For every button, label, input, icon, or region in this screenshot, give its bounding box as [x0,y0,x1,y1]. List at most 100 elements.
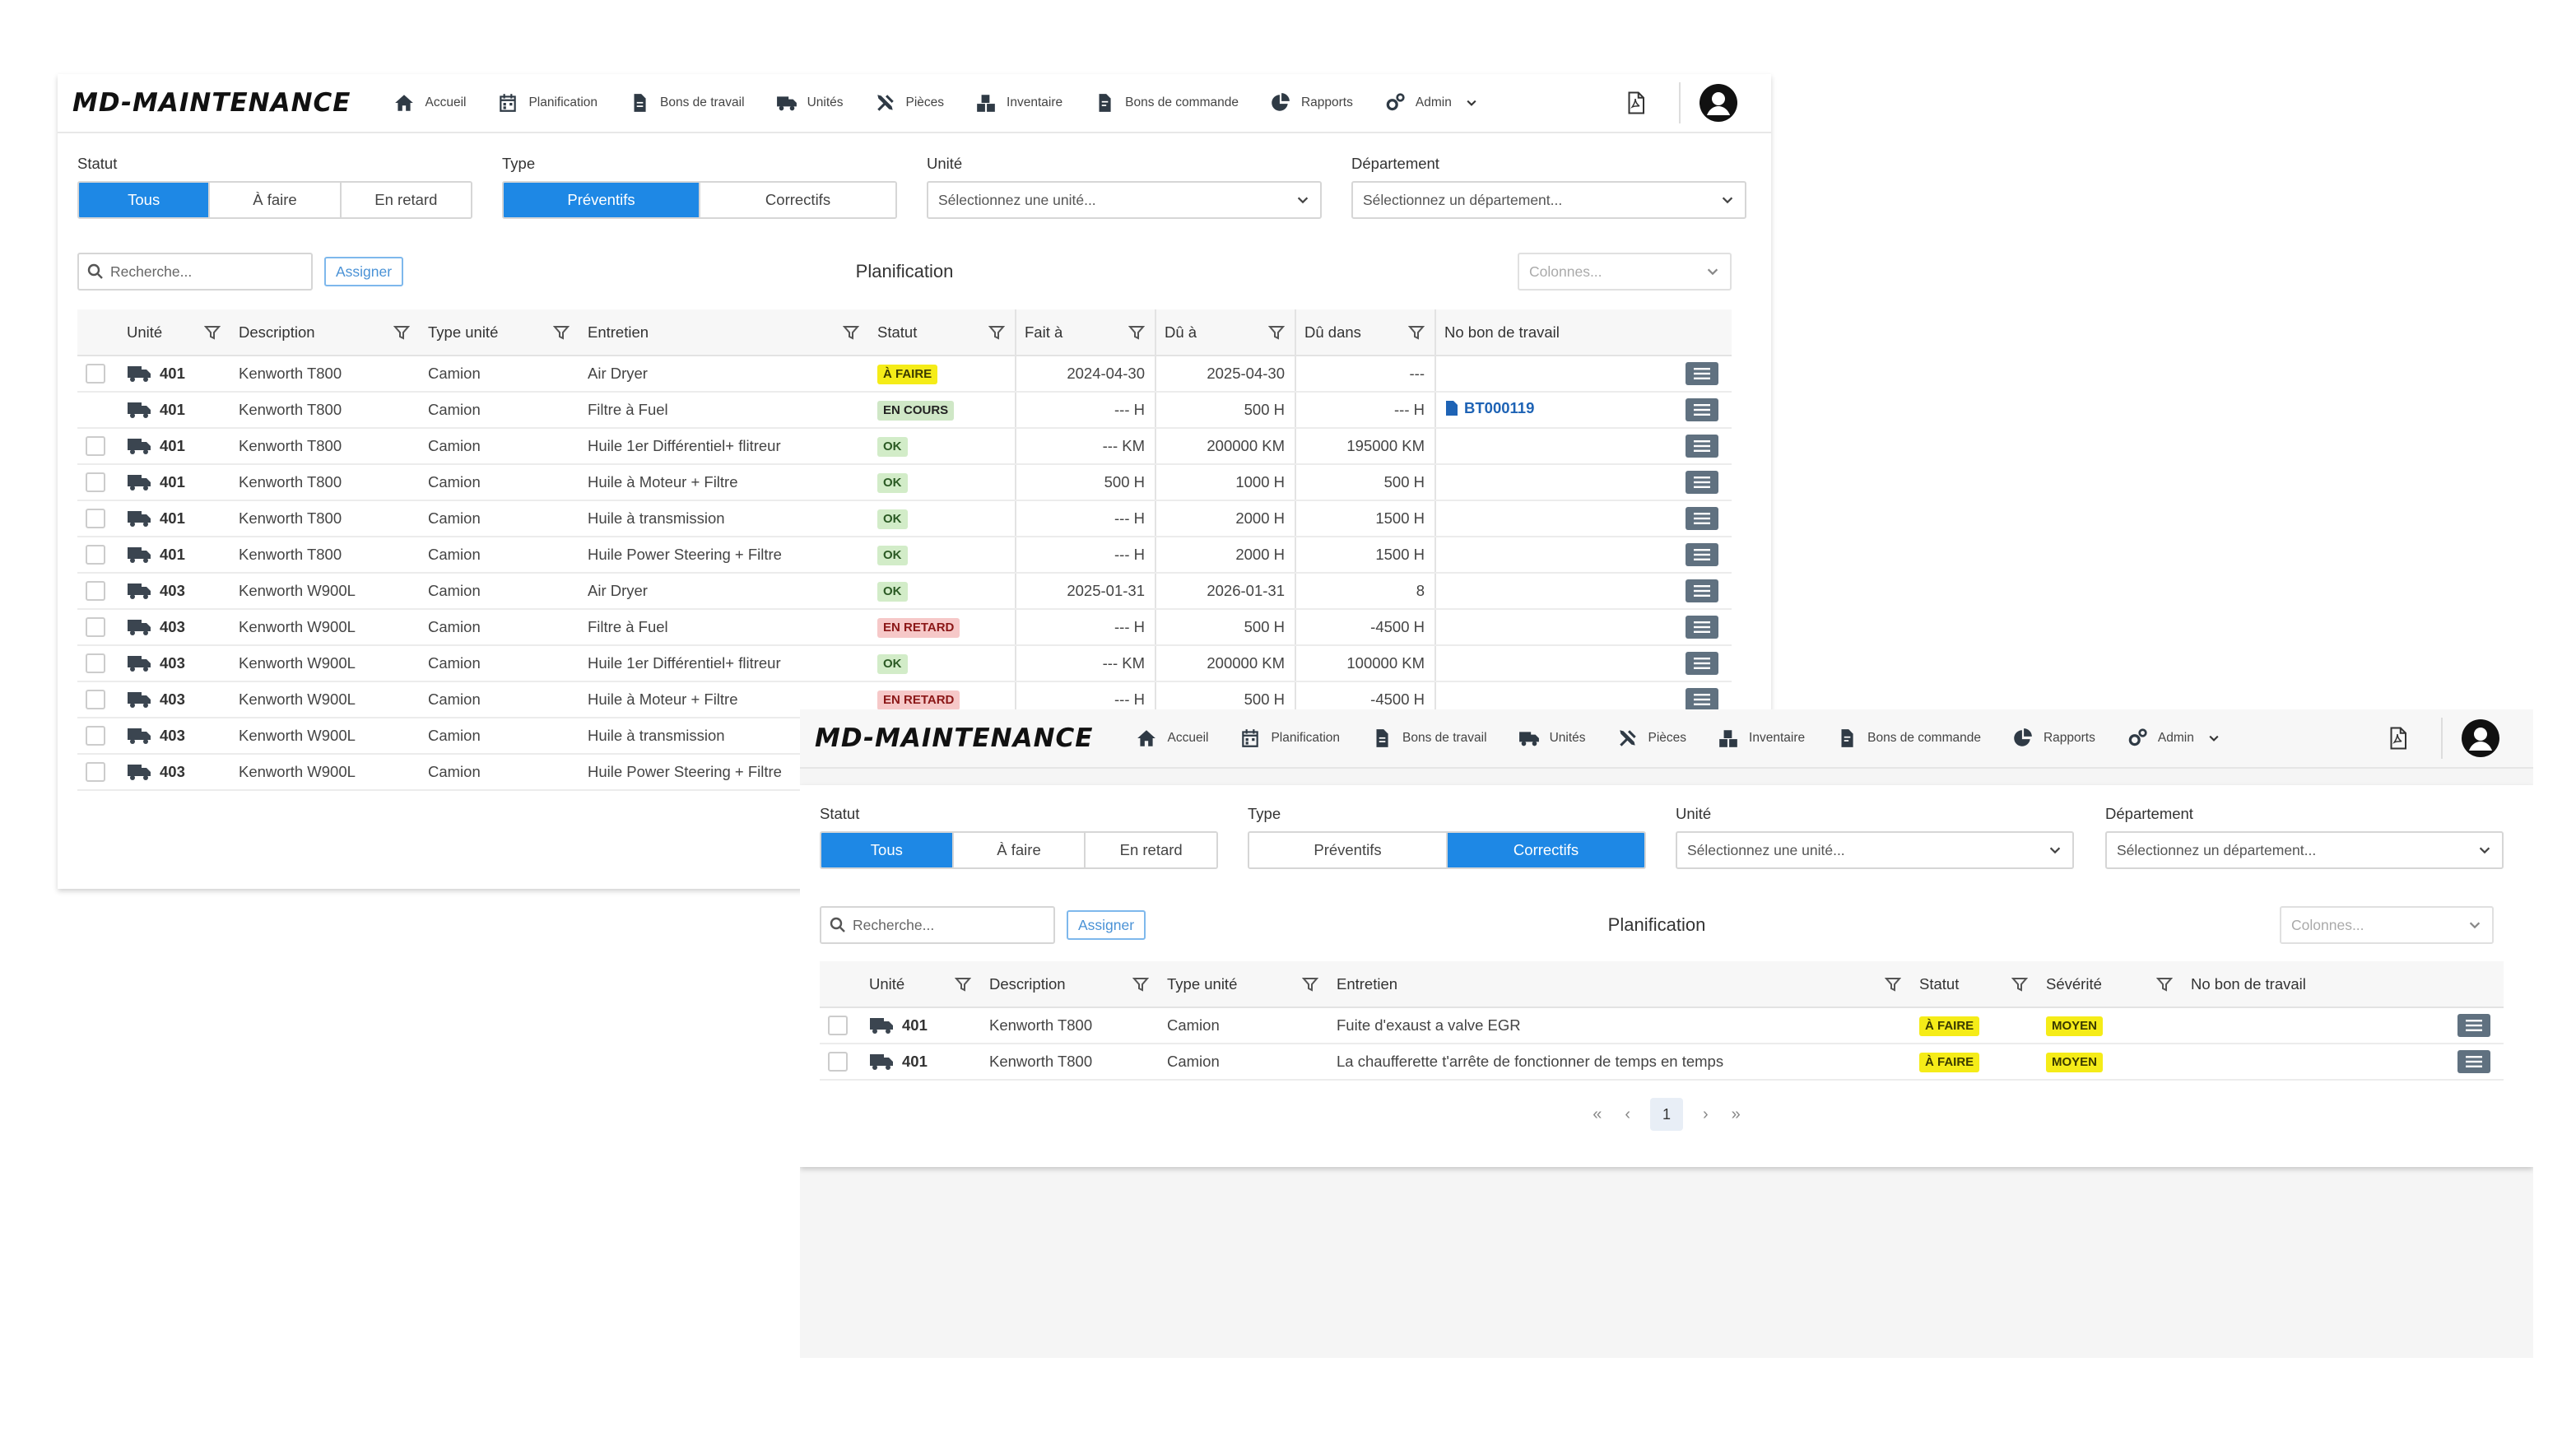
nav-item-unites[interactable]: Unités [1518,728,1586,749]
column-header[interactable]: Statut [869,309,1016,356]
user-avatar-icon[interactable] [2461,718,2500,758]
departement-select[interactable]: Sélectionnez un département... [1351,181,1746,219]
unite-select[interactable]: Sélectionnez une unité... [927,181,1322,219]
filter-icon[interactable] [1302,976,1318,993]
row-menu-button[interactable] [2457,1050,2490,1073]
filter-icon[interactable] [1408,324,1425,341]
column-header[interactable]: Dû à [1155,309,1296,356]
filter-icon[interactable] [553,324,570,341]
column-header[interactable]: Statut [1911,961,2038,1008]
filter-icon[interactable] [204,324,221,341]
table-row[interactable]: 401 Kenworth T800 Camion La chaufferette t'… [820,1044,2504,1081]
type-preventifs-button[interactable]: Préventifs [504,183,700,217]
brand-logo[interactable]: MD-MAINTENANCE [815,723,1093,753]
statut-a-faire-button[interactable]: À faire [210,183,342,217]
brand-logo[interactable]: MD-MAINTENANCE [72,88,351,118]
row-checkbox[interactable] [828,1052,848,1072]
row-menu-button[interactable] [1686,616,1718,639]
statut-en-retard-button[interactable]: En retard [341,183,471,217]
nav-item-bons-de-travail[interactable]: Bons de travail [1371,728,1487,749]
column-header[interactable]: Sévérité [2038,961,2183,1008]
column-header[interactable]: Entretien [579,309,869,356]
filter-icon[interactable] [988,324,1005,341]
column-header[interactable]: Unité [861,961,981,1008]
table-row[interactable]: 401 Kenworth T800 Camion Fuite d'exaust a v… [820,1007,2504,1044]
row-checkbox[interactable] [86,690,105,710]
row-menu-button[interactable] [1686,471,1718,494]
pager-current-page[interactable]: 1 [1650,1098,1683,1131]
type-preventifs-button[interactable]: Préventifs [1249,833,1448,867]
pdf-icon[interactable] [1623,91,1648,115]
type-correctifs-button[interactable]: Correctifs [1448,833,1644,867]
row-menu-button[interactable] [1686,543,1718,566]
nav-item-bons-de-travail[interactable]: Bons de travail [629,92,745,114]
column-header[interactable]: Dû dans [1295,309,1436,356]
row-checkbox[interactable] [86,509,105,529]
statut-tous-button[interactable]: Tous [79,183,211,217]
table-row[interactable]: 401 Kenworth T800 Camion Huile Power Steeri… [77,537,1732,574]
nav-item-admin[interactable]: Admin [1384,92,1478,114]
column-header[interactable]: Description [230,309,420,356]
row-checkbox[interactable] [86,436,105,457]
table-row[interactable]: 401 Kenworth T800 Camion Huile à Moteur + F… [77,464,1732,501]
user-avatar-icon[interactable] [1699,83,1738,123]
row-checkbox[interactable] [86,545,105,565]
columns-select[interactable]: Colonnes... [2280,906,2494,944]
filter-icon[interactable] [1885,976,1901,993]
filter-icon[interactable] [393,324,410,341]
row-checkbox[interactable] [86,726,105,746]
statut-tous-button[interactable]: Tous [821,833,954,867]
filter-icon[interactable] [2011,976,2028,993]
filter-icon[interactable] [1268,324,1285,341]
filter-icon[interactable] [2156,976,2173,993]
filter-icon[interactable] [843,324,859,341]
work-order-link[interactable]: BT000119 [1444,399,1534,417]
nav-item-planification[interactable]: Planification [497,92,598,114]
nav-item-rapports[interactable]: Rapports [1270,92,1353,114]
row-menu-button[interactable] [1686,652,1718,675]
pager-first-button[interactable]: « [1593,1105,1602,1124]
row-menu-button[interactable] [2457,1014,2490,1037]
table-row[interactable]: 401 Kenworth T800 Camion Air Dryer À FAIRE 20… [77,356,1732,393]
column-header[interactable]: Type unité [420,309,579,356]
nav-item-bons-de-commande[interactable]: Bons de commande [1836,728,1981,749]
filter-icon[interactable] [1128,324,1145,341]
nav-item-inventaire[interactable]: Inventaire [1718,728,1805,749]
statut-en-retard-button[interactable]: En retard [1086,833,1216,867]
departement-select[interactable]: Sélectionnez un département... [2105,831,2504,869]
row-checkbox[interactable] [86,653,105,674]
table-row[interactable]: 401 Kenworth T800 Camion Huile 1er Différen… [77,428,1732,465]
nav-item-rapports[interactable]: Rapports [2012,728,2095,749]
nav-item-pieces[interactable]: Pièces [875,92,944,114]
columns-select[interactable]: Colonnes... [1518,253,1732,291]
row-checkbox[interactable] [86,762,105,783]
nav-item-unites[interactable]: Unités [776,92,844,114]
column-header[interactable]: Entretien [1328,961,1911,1008]
column-header[interactable]: Fait à [1016,309,1156,356]
assign-button[interactable]: Assigner [1067,910,1146,940]
pdf-icon[interactable] [2385,726,2410,751]
column-header[interactable]: Description [981,961,1159,1008]
column-header[interactable]: No bon de travail [2183,961,2388,1008]
row-menu-button[interactable] [1686,688,1718,711]
pager-last-button[interactable]: » [1732,1105,1741,1124]
column-header[interactable]: Type unité [1159,961,1328,1008]
table-row[interactable]: 403 Kenworth W900L Camion Air Dryer OK 2025-0… [77,573,1732,610]
row-menu-button[interactable] [1686,362,1718,385]
row-menu-button[interactable] [1686,579,1718,602]
nav-item-planification[interactable]: Planification [1239,728,1340,749]
assign-button[interactable]: Assigner [324,257,404,286]
nav-item-bons-de-commande[interactable]: Bons de commande [1094,92,1239,114]
pager-next-button[interactable]: › [1703,1105,1709,1124]
nav-item-admin[interactable]: Admin [2127,728,2220,749]
nav-item-accueil[interactable]: Accueil [1136,728,1208,749]
row-checkbox[interactable] [86,581,105,602]
unite-select[interactable]: Sélectionnez une unité... [1676,831,2074,869]
type-correctifs-button[interactable]: Correctifs [700,183,895,217]
filter-icon[interactable] [955,976,971,993]
statut-a-faire-button[interactable]: À faire [953,833,1086,867]
column-header[interactable]: No bon de travail [1435,309,1616,356]
row-checkbox[interactable] [828,1016,848,1036]
nav-item-inventaire[interactable]: Inventaire [975,92,1062,114]
table-row[interactable]: 403 Kenworth W900L Camion Huile 1er Différe… [77,645,1732,682]
